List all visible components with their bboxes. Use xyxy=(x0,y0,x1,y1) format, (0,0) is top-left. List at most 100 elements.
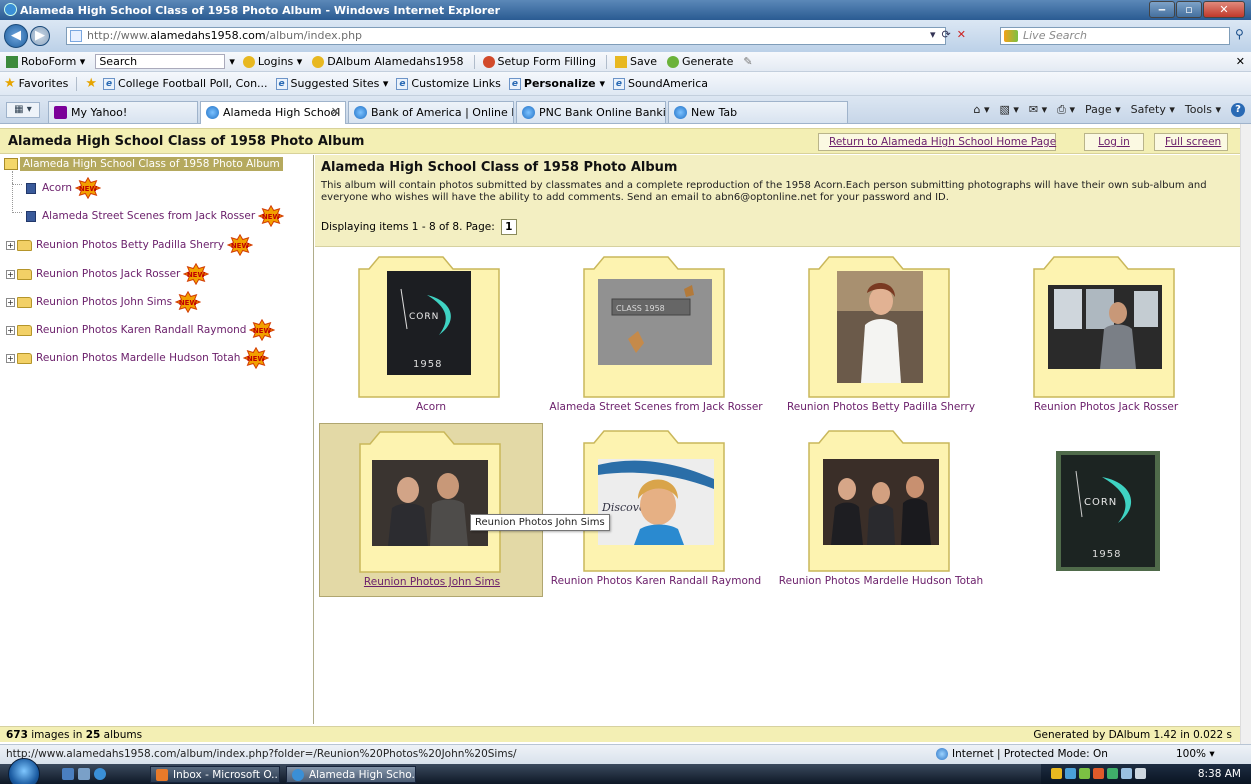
thumb-caption[interactable]: Reunion Photos Mardelle Hudson Totah xyxy=(769,575,993,587)
clock[interactable]: 8:38 AM xyxy=(1198,768,1241,780)
thumb-jack[interactable]: Reunion Photos Jack Rosser xyxy=(994,249,1218,423)
expand-icon[interactable]: + xyxy=(6,353,15,363)
tray-app-icon[interactable] xyxy=(1051,768,1062,779)
address-input[interactable]: http://www.alamedahs1958.com/album/index… xyxy=(66,27,946,45)
save-button[interactable]: Save xyxy=(614,55,657,68)
thumb-karen[interactable]: Discover Reunion Photos Karen Randall Ra… xyxy=(544,423,768,597)
start-button[interactable] xyxy=(8,758,40,784)
tab-alameda[interactable]: Alameda High School ... ✕ xyxy=(200,101,346,124)
thumb-caption[interactable]: Reunion Photos Jack Rosser xyxy=(994,401,1218,413)
tree-root[interactable]: Alameda High School Class of 1958 Photo … xyxy=(4,157,283,171)
ie-quick-icon[interactable] xyxy=(94,768,106,780)
expand-icon[interactable]: + xyxy=(6,297,15,307)
forward-button[interactable]: ▶ xyxy=(30,26,50,46)
tray-app-icon[interactable] xyxy=(1065,768,1076,779)
tab-my-yahoo[interactable]: My Yahoo! xyxy=(48,101,198,123)
security-zone[interactable]: Internet | Protected Mode: On xyxy=(936,748,1108,760)
dalbum-login-button[interactable]: DAlbum Alamedahs1958 xyxy=(312,55,464,68)
fav-link-soundamerica[interactable]: e SoundAmerica xyxy=(612,77,708,90)
stop-icon[interactable]: ✕ xyxy=(957,28,966,41)
zoom-level[interactable]: 100% ▾ xyxy=(1176,748,1215,760)
tree-item-karen[interactable]: + Reunion Photos Karen Randall Raymond N… xyxy=(6,319,276,341)
maximize-button[interactable]: ▫ xyxy=(1176,1,1202,18)
close-toolbar-icon[interactable]: ✕ xyxy=(1236,55,1245,68)
show-desktop-icon[interactable] xyxy=(62,768,74,780)
return-home-link[interactable]: Return to Alameda High School Home Page xyxy=(818,133,1056,151)
live-search-input[interactable]: Live Search xyxy=(1000,27,1230,45)
tab-new-tab[interactable]: New Tab xyxy=(668,101,848,123)
refresh-icon[interactable]: ⟳ xyxy=(942,28,951,41)
close-window-button[interactable]: ✕ xyxy=(1203,1,1245,18)
full-screen-link[interactable]: Full screen xyxy=(1154,133,1228,151)
home-icon[interactable]: ⌂ ▾ xyxy=(973,103,989,117)
volume-icon[interactable] xyxy=(1135,768,1146,779)
tab-bank-of-america[interactable]: Bank of America | Online B... xyxy=(348,101,514,123)
star-icon: ★ xyxy=(4,76,16,91)
thumb-caption[interactable]: Alameda Street Scenes from Jack Rosser xyxy=(544,401,768,413)
minimize-button[interactable]: ‒ xyxy=(1149,1,1175,18)
add-favorite-icon[interactable]: ★ xyxy=(85,76,97,91)
safety-menu[interactable]: Safety ▾ xyxy=(1131,103,1175,117)
tray-app-icon[interactable] xyxy=(1093,768,1104,779)
login-link[interactable]: Log in xyxy=(1084,133,1144,151)
thumb-caption[interactable]: Reunion Photos John Sims xyxy=(320,576,544,588)
roboform-menu[interactable]: RoboForm ▾ xyxy=(6,55,85,68)
back-button[interactable]: ◀ xyxy=(4,24,28,48)
close-tab-icon[interactable]: ✕ xyxy=(331,105,340,118)
fav-link-customize[interactable]: e Customize Links xyxy=(396,77,501,90)
ie-tab-icon xyxy=(354,106,367,119)
tree-item-betty[interactable]: + Reunion Photos Betty Padilla Sherry NE… xyxy=(6,234,254,256)
switch-windows-icon[interactable] xyxy=(78,768,90,780)
mail-icon[interactable]: ✉ ▾ xyxy=(1029,103,1047,117)
taskbar-outlook[interactable]: Inbox - Microsoft O... xyxy=(150,766,280,783)
dropdown-arrow-icon[interactable]: ▾ xyxy=(229,55,235,68)
generate-button[interactable]: Generate xyxy=(667,55,733,68)
fav-link-college-football[interactable]: e College Football Poll, Con... xyxy=(103,77,268,90)
thumb-caption[interactable]: Reunion Photos Betty Padilla Sherry xyxy=(769,401,993,413)
thumb-john[interactable]: Reunion Photos John Sims xyxy=(319,423,543,597)
tree-item-mardelle[interactable]: + Reunion Photos Mardelle Hudson Totah N… xyxy=(6,347,270,369)
fav-link-suggested-sites[interactable]: e Suggested Sites ▾ xyxy=(275,77,388,90)
tree-item-label: Reunion Photos Mardelle Hudson Totah xyxy=(36,352,241,364)
outlook-icon xyxy=(156,769,168,781)
tray-app-icon[interactable] xyxy=(1107,768,1118,779)
network-icon[interactable] xyxy=(1121,768,1132,779)
new-badge-text: NEW xyxy=(253,327,272,335)
thumb-caption[interactable]: Acorn xyxy=(319,401,543,413)
tray-app-icon[interactable] xyxy=(1079,768,1090,779)
tree-item-acorn[interactable]: Acorn NEW xyxy=(12,171,101,199)
fav-link-personalize[interactable]: e Personalize ▾ xyxy=(508,77,605,90)
print-icon[interactable]: ⎙ ▾ xyxy=(1057,103,1075,117)
favorites-button[interactable]: ★ Favorites xyxy=(4,76,68,91)
setup-form-filling-button[interactable]: Setup Form Filling xyxy=(482,55,596,68)
tree-item-jack[interactable]: + Reunion Photos Jack Rosser NEW xyxy=(6,263,210,285)
page-number-button[interactable]: 1 xyxy=(500,219,517,235)
expand-icon[interactable]: + xyxy=(6,269,15,279)
logins-button[interactable]: Logins ▾ xyxy=(242,55,302,68)
vertical-scrollbar[interactable] xyxy=(1240,124,1251,744)
tree-item-alameda-street[interactable]: Alameda Street Scenes from Jack Rosser N… xyxy=(12,183,285,227)
tools-menu[interactable]: Tools ▾ xyxy=(1185,103,1221,117)
folder-icon xyxy=(17,239,32,251)
dropdown-arrow-icon[interactable]: ▾ xyxy=(930,28,936,41)
thumb-acorn[interactable]: CORN 1958 Acorn xyxy=(319,249,543,423)
tree-item-john[interactable]: + Reunion Photos John Sims NEW xyxy=(6,291,202,313)
thumb-mardelle[interactable]: Reunion Photos Mardelle Hudson Totah xyxy=(769,423,993,597)
thumb-betty[interactable]: Reunion Photos Betty Padilla Sherry xyxy=(769,249,993,423)
quick-tabs-button[interactable]: ▦ ▾ xyxy=(6,102,40,118)
thumb-acorn-cover[interactable]: CORN 1958 xyxy=(994,423,1218,597)
taskbar-ie[interactable]: Alameda High Scho... xyxy=(286,766,416,783)
thumb-caption[interactable]: Reunion Photos Karen Randall Raymond xyxy=(544,575,768,587)
page-menu[interactable]: Page ▾ xyxy=(1085,103,1121,117)
setup-label: Setup Form Filling xyxy=(497,55,596,68)
pencil-icon[interactable]: ✎ xyxy=(743,55,752,68)
search-icon[interactable]: ⚲ xyxy=(1235,27,1244,41)
expand-icon[interactable]: + xyxy=(6,325,15,335)
help-icon[interactable]: ? xyxy=(1231,103,1245,117)
roboform-search-input[interactable]: Search xyxy=(95,54,226,69)
new-starburst-icon: NEW xyxy=(243,347,270,369)
expand-icon[interactable]: + xyxy=(6,240,15,250)
thumb-alameda-street[interactable]: CLASS 1958 Alameda Street Scenes from Ja… xyxy=(544,249,768,423)
feeds-icon[interactable]: ▧ ▾ xyxy=(1000,103,1019,117)
tab-pnc-bank[interactable]: PNC Bank Online Banking xyxy=(516,101,666,123)
